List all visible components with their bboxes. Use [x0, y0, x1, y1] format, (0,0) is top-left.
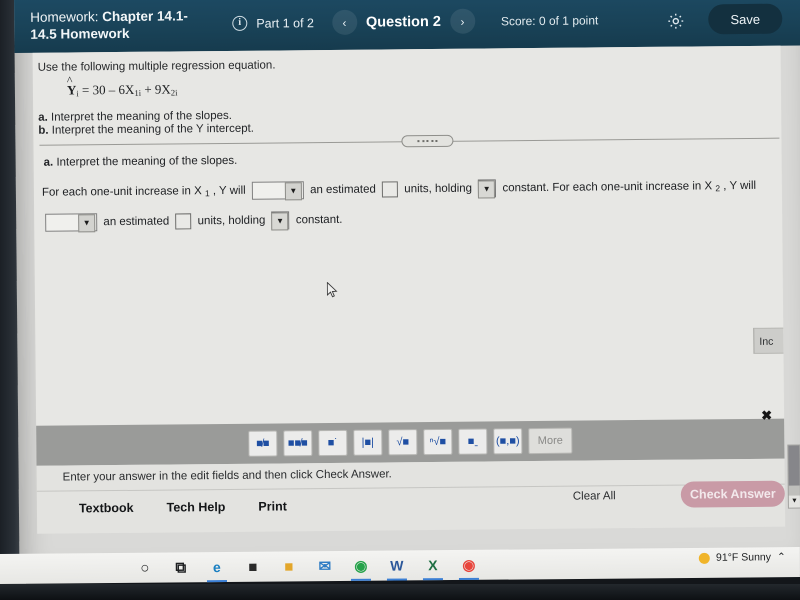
search-icon[interactable]: ○ — [132, 556, 158, 580]
assignment-header: Homework: Chapter 14.1- 14.5 Homework i … — [14, 0, 800, 53]
answer-text-0: For each one-unit increase in X — [41, 185, 205, 199]
equation-rhs-1: = 30 – 6X — [78, 81, 135, 98]
scrollbar-thumb[interactable] — [788, 445, 800, 486]
info-circle-icon[interactable]: i — [232, 15, 248, 31]
direction-dropdown-x1[interactable] — [251, 181, 304, 200]
holding-dropdown-x1[interactable] — [478, 179, 497, 198]
part-label: Part 1 of 2 — [256, 15, 315, 31]
vertical-scrollbar[interactable]: ▼ — [787, 444, 800, 509]
holding-dropdown-x2[interactable] — [271, 211, 290, 230]
page-title: Homework: Chapter 14.1- 14.5 Homework — [30, 7, 210, 43]
more-math-templates-button[interactable]: More — [528, 427, 573, 455]
gear-icon[interactable] — [666, 12, 685, 31]
answer-text-12: an estimated — [100, 215, 173, 229]
chrome-icon[interactable]: ◉ — [456, 553, 482, 577]
score-label: Score: 0 of 1 point — [500, 12, 599, 28]
equation-sub-2: 2i — [170, 87, 178, 98]
file-explorer-icon[interactable]: ■ — [276, 554, 302, 578]
units-field-x2[interactable] — [175, 213, 192, 230]
sun-icon — [698, 552, 711, 564]
task-view-icon[interactable]: ⧉ — [168, 555, 194, 579]
current-question-label: Question 2 — [365, 13, 441, 31]
units-field-x1[interactable] — [382, 181, 399, 198]
answer-text-14: units, holding — [194, 214, 269, 228]
chevron-right-icon[interactable]: › — [449, 8, 476, 34]
sub-question-label: a. — [43, 156, 54, 169]
equation-rhs-2: + 9X — [140, 81, 171, 97]
part-indicator: i Part 1 of 2 — [232, 15, 314, 31]
answer-text-8: constant. For each one-unit increase in … — [499, 180, 716, 195]
system-tray: 91°F Sunny ⌃ — [698, 551, 786, 564]
save-button[interactable]: Save — [708, 3, 783, 35]
clipped-feedback-panel: Inc — [753, 327, 784, 354]
answer-text-4: an estimated — [306, 183, 380, 197]
word-icon[interactable]: W — [384, 553, 410, 577]
answer-text-6: units, holding — [401, 182, 476, 196]
laptop-bezel-bottom — [0, 584, 800, 600]
mail-icon[interactable]: ✉ — [312, 554, 338, 578]
whatsapp-icon[interactable]: ◉ — [348, 554, 374, 578]
answer-text-10: , Y will — [719, 179, 757, 193]
answer-entry-area: For each one-unit increase in X 1 , Y wi… — [42, 172, 781, 237]
question-footer: Enter your answer in the edit fields and… — [36, 444, 800, 534]
direction-dropdown-x2[interactable] — [45, 213, 98, 232]
sub-question-text: Interpret the meaning of the slopes. — [56, 154, 238, 169]
exponent-button[interactable]: ■˙ — [318, 429, 348, 457]
part-a-text: Interpret the meaning of the slopes. — [50, 109, 232, 124]
print-link[interactable]: Print — [258, 499, 287, 513]
homework-label: Homework: — [30, 8, 99, 25]
chevron-up-icon[interactable]: ⌃ — [777, 551, 786, 563]
fraction-button[interactable]: ■̸■ — [248, 430, 278, 457]
screen-content: Homework: Chapter 14.1- 14.5 Homework i … — [14, 0, 800, 582]
part-a-label: a. — [38, 111, 48, 124]
chevron-down-icon[interactable]: ▼ — [788, 495, 800, 508]
square-root-button[interactable]: √■ — [388, 429, 418, 456]
check-answer-button[interactable]: Check Answer — [680, 480, 785, 508]
nth-root-button[interactable]: ⁿ√■ — [423, 428, 453, 456]
part-b-text: Interpret the meaning of the Y intercept… — [51, 122, 255, 137]
clear-all-button[interactable]: Clear All — [573, 490, 616, 502]
weather-text[interactable]: 91°F Sunny — [716, 551, 771, 563]
excel-icon[interactable]: X — [420, 553, 446, 577]
subscript-button[interactable]: ■ˍ — [458, 428, 488, 455]
question-part-a: a. Interpret the meaning of the slopes. — [38, 110, 232, 124]
question-part-b: b. Interpret the meaning of the Y interc… — [38, 123, 254, 137]
absolute-value-button[interactable]: |■| — [353, 429, 383, 456]
microsoft-store-icon[interactable]: ■ — [240, 555, 266, 579]
drag-handle-dots-icon[interactable] — [401, 134, 454, 148]
textbook-link[interactable]: Textbook — [79, 501, 134, 516]
windows-taskbar: ○ ⧉ e ■ ■ ✉ ◉ W X ◉ 91°F Sunny ⌃ — [0, 547, 800, 584]
footer-links: Textbook Tech Help Print — [79, 499, 287, 515]
equation-y-hat: Y — [67, 82, 77, 97]
sub-question-prompt: a. Interpret the meaning of the slopes. — [44, 155, 238, 169]
mixed-number-button[interactable]: ■■̸■ — [283, 430, 313, 457]
tech-help-link[interactable]: Tech Help — [167, 500, 226, 515]
instruction-hint: Enter your answer in the edit fields and… — [62, 468, 392, 484]
footer-divider — [36, 483, 785, 492]
edge-browser-icon[interactable]: e — [204, 555, 230, 579]
interval-button[interactable]: (■,■) — [493, 428, 523, 455]
part-b-label: b. — [38, 124, 49, 137]
question-navigator: ‹ Question 2 › — [331, 8, 476, 35]
mouse-pointer — [326, 281, 338, 298]
homework-title-line1: Chapter 14.1- — [102, 7, 188, 24]
homework-title-line2: 14.5 Homework — [30, 25, 130, 42]
close-icon[interactable]: ✖ — [761, 408, 772, 424]
regression-equation: Yi = 30 – 6X1i + 9X2i — [67, 81, 178, 98]
question-body: Use the following multiple regression eq… — [32, 45, 785, 455]
question-intro-text: Use the following multiple regression eq… — [37, 59, 276, 74]
answer-text-2: , Y will — [209, 184, 249, 198]
answer-text-16: constant. — [292, 213, 343, 227]
photographed-screen: Homework: Chapter 14.1- 14.5 Homework i … — [0, 0, 800, 600]
chevron-left-icon[interactable]: ‹ — [331, 9, 358, 35]
